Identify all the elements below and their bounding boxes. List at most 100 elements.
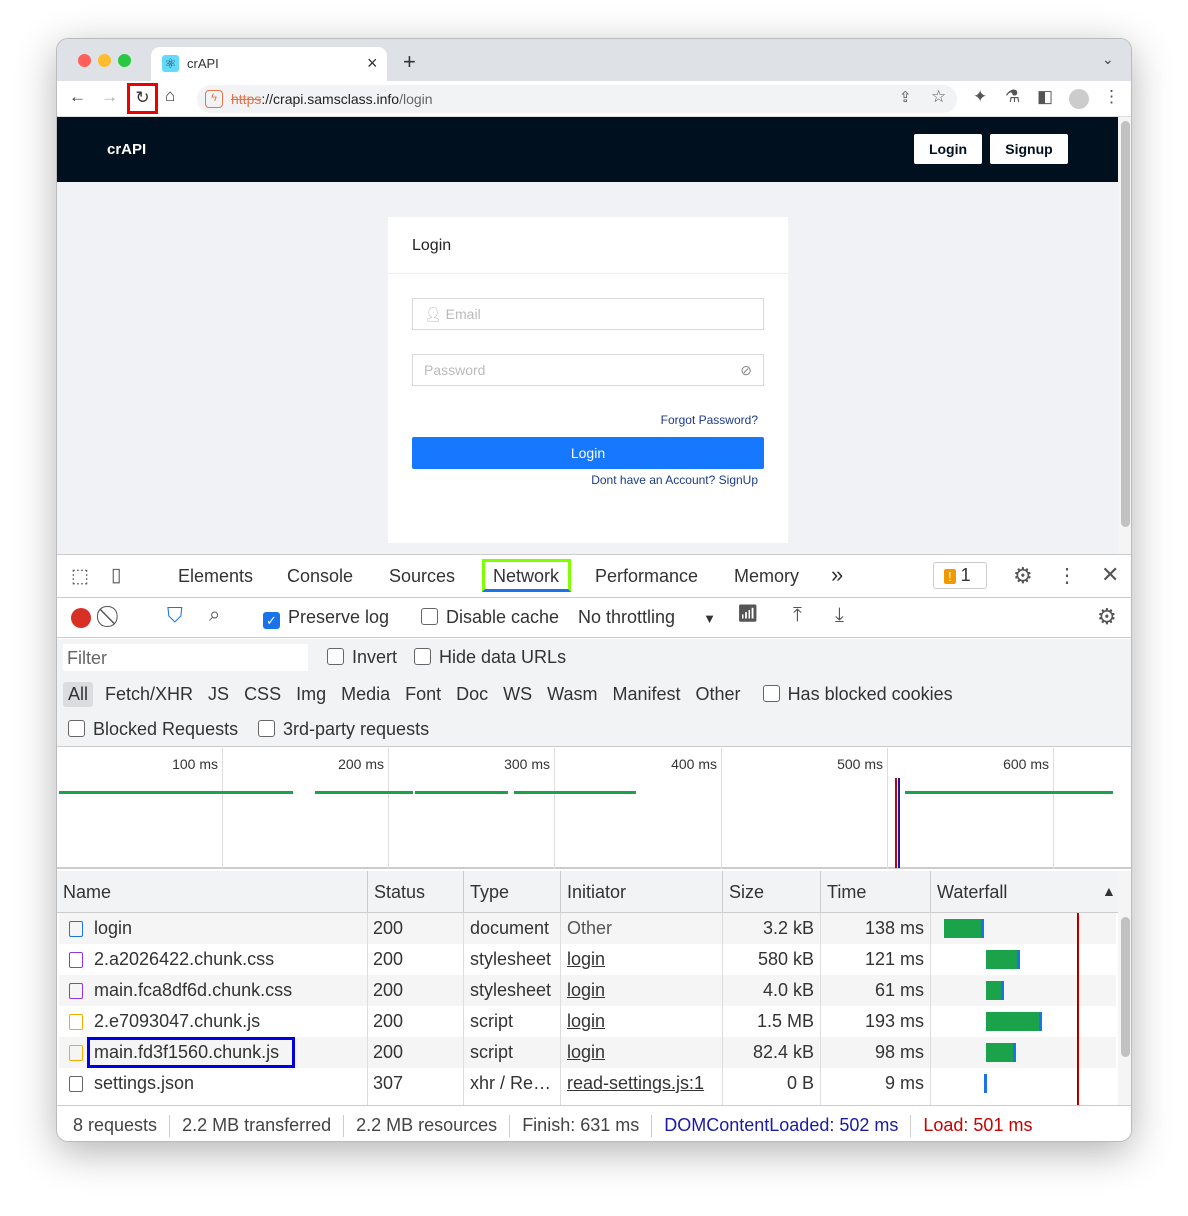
home-icon[interactable]: ⌂: [165, 86, 175, 106]
not-secure-icon[interactable]: ϟ: [205, 90, 223, 108]
type-css[interactable]: CSS: [244, 684, 281, 705]
column-header-name[interactable]: Name: [57, 871, 367, 913]
login-submit-button[interactable]: Login: [412, 437, 764, 469]
request-initiator[interactable]: login: [567, 944, 722, 975]
column-divider[interactable]: [722, 913, 723, 1105]
profile-avatar[interactable]: [1069, 89, 1089, 109]
inspect-element-icon[interactable]: ⬚: [71, 565, 89, 588]
column-divider[interactable]: [367, 913, 368, 1105]
third-party-checkbox[interactable]: 3rd-party requests: [258, 719, 429, 740]
type-media[interactable]: Media: [341, 684, 390, 705]
site-brand[interactable]: crAPI: [107, 141, 146, 158]
password-input[interactable]: Password ⊘: [412, 354, 764, 386]
tab-elements[interactable]: Elements: [178, 566, 253, 587]
tab-search-chevron-icon[interactable]: ⌄: [1102, 51, 1114, 68]
settings-gear-icon[interactable]: ⚙: [1013, 563, 1033, 589]
close-window-button[interactable]: [78, 54, 91, 67]
request-name[interactable]: login: [94, 913, 364, 944]
eye-hidden-icon[interactable]: ⊘: [740, 362, 752, 379]
request-name[interactable]: 2.e7093047.chunk.js: [94, 1006, 364, 1037]
search-icon[interactable]: ⌕: [209, 604, 220, 627]
preserve-log-checkbox[interactable]: ✓ Preserve log: [263, 607, 389, 629]
hide-data-urls-checkbox[interactable]: Hide data URLs: [414, 647, 566, 668]
column-divider[interactable]: [930, 913, 931, 1105]
address-bar[interactable]: ϟ https://crapi.samsclass.info/login ⇪ ☆: [197, 85, 957, 113]
browser-menu-icon[interactable]: ⋮: [1103, 87, 1120, 107]
forward-icon[interactable]: →: [101, 87, 118, 107]
email-input[interactable]: 👤︎ Email: [412, 298, 764, 330]
invert-checkbox[interactable]: Invert: [327, 647, 397, 668]
timeline-overview[interactable]: 100 ms 200 ms 300 ms 400 ms 500 ms 600 ms: [57, 748, 1131, 869]
new-tab-button[interactable]: +: [403, 49, 416, 75]
type-font[interactable]: Font: [405, 684, 441, 705]
column-divider[interactable]: [560, 913, 561, 1105]
devtools-menu-icon[interactable]: ⋮: [1057, 563, 1077, 588]
minimize-window-button[interactable]: [98, 54, 111, 67]
disable-cache-checkbox[interactable]: Disable cache: [421, 607, 559, 628]
column-divider[interactable]: [820, 913, 821, 1105]
request-initiator[interactable]: login: [567, 975, 722, 1006]
blocked-requests-checkbox[interactable]: Blocked Requests: [68, 719, 238, 740]
network-settings-icon[interactable]: ⚙: [1097, 604, 1117, 630]
reload-icon[interactable]: ↻: [127, 83, 158, 114]
page-scrollbar[interactable]: [1118, 117, 1131, 554]
tab-network[interactable]: Network: [482, 559, 571, 592]
tab-memory[interactable]: Memory: [734, 566, 799, 587]
import-har-icon[interactable]: ⤒: [793, 604, 802, 627]
column-header-initiator[interactable]: Initiator: [560, 871, 722, 913]
throttling-select[interactable]: No throttling ▼: [578, 607, 716, 628]
header-signup-button[interactable]: Signup: [990, 134, 1068, 164]
side-panel-icon[interactable]: ◧: [1037, 87, 1053, 107]
table-row[interactable]: main.fd3f1560.chunk.js 200 script login …: [59, 1037, 1116, 1068]
type-manifest[interactable]: Manifest: [613, 684, 681, 705]
close-devtools-icon[interactable]: ✕: [1101, 562, 1119, 588]
extensions-icon[interactable]: ✦: [973, 87, 987, 107]
record-button[interactable]: [71, 608, 91, 628]
table-row[interactable]: 2.a2026422.chunk.css 200 stylesheet logi…: [59, 944, 1116, 975]
table-row[interactable]: main.fca8df6d.chunk.css 200 stylesheet l…: [59, 975, 1116, 1006]
request-initiator[interactable]: login: [567, 1006, 722, 1037]
type-doc[interactable]: Doc: [456, 684, 488, 705]
device-toolbar-icon[interactable]: ▯: [111, 564, 121, 587]
lab-flask-icon[interactable]: ⚗: [1005, 87, 1020, 107]
request-initiator[interactable]: login: [567, 1037, 722, 1068]
tab-console[interactable]: Console: [287, 566, 353, 587]
share-icon[interactable]: ⇪: [899, 88, 912, 106]
browser-tab[interactable]: ⚛ crAPI ×: [151, 47, 387, 81]
type-fetch-xhr[interactable]: Fetch/XHR: [105, 684, 193, 705]
table-row[interactable]: 2.e7093047.chunk.js 200 script login 1.5…: [59, 1006, 1116, 1037]
table-scrollbar[interactable]: [1118, 871, 1131, 1105]
table-row[interactable]: login 200 document Other 3.2 kB 138 ms: [59, 913, 1116, 944]
maximize-window-button[interactable]: [118, 54, 131, 67]
forgot-password-link[interactable]: Forgot Password?: [661, 413, 758, 427]
header-login-button[interactable]: Login: [914, 134, 982, 164]
filter-input[interactable]: Filter: [63, 644, 308, 671]
back-icon[interactable]: ←: [69, 87, 86, 107]
close-tab-icon[interactable]: ×: [367, 53, 378, 74]
column-header-size[interactable]: Size: [722, 871, 820, 913]
type-all[interactable]: All: [63, 681, 94, 707]
issues-badge[interactable]: ! 1: [933, 562, 987, 589]
column-header-status[interactable]: Status: [367, 871, 463, 913]
request-name[interactable]: settings.json: [94, 1068, 364, 1099]
signup-link[interactable]: Dont have an Account? SignUp: [591, 473, 758, 487]
type-wasm[interactable]: Wasm: [547, 684, 597, 705]
column-divider[interactable]: [463, 913, 464, 1105]
bookmark-star-icon[interactable]: ☆: [931, 87, 946, 107]
request-name[interactable]: 2.a2026422.chunk.css: [94, 944, 364, 975]
export-har-icon[interactable]: ⤓: [835, 604, 844, 627]
tab-sources[interactable]: Sources: [389, 566, 455, 587]
table-row[interactable]: settings.json 307 xhr / Re… read-setting…: [59, 1068, 1116, 1099]
type-other[interactable]: Other: [696, 684, 741, 705]
type-js[interactable]: JS: [208, 684, 229, 705]
request-initiator[interactable]: read-settings.js:1: [567, 1068, 722, 1099]
filter-icon[interactable]: ⛉: [167, 604, 183, 628]
column-header-waterfall[interactable]: Waterfall: [930, 871, 1118, 913]
tab-performance[interactable]: Performance: [595, 566, 698, 587]
type-ws[interactable]: WS: [503, 684, 532, 705]
column-header-time[interactable]: Time: [820, 871, 930, 913]
type-img[interactable]: Img: [296, 684, 326, 705]
has-blocked-cookies-checkbox[interactable]: Has blocked cookies: [762, 684, 953, 705]
request-name[interactable]: main.fca8df6d.chunk.css: [94, 975, 364, 1006]
column-header-type[interactable]: Type: [463, 871, 560, 913]
